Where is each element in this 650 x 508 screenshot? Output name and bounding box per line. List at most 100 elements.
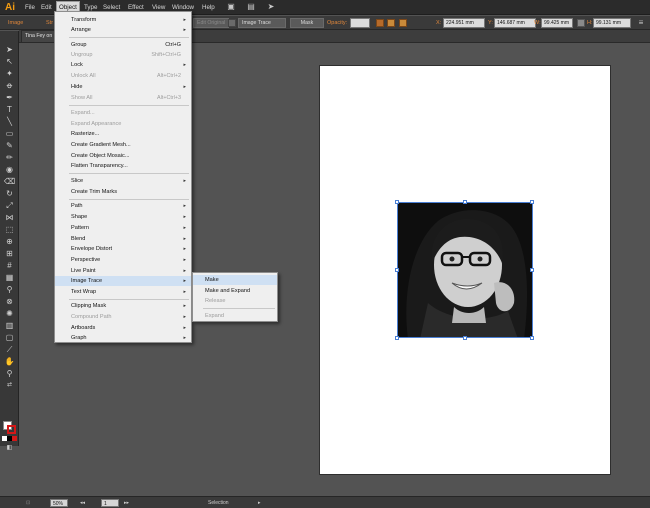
eraser-tool-icon[interactable]: ⌫ xyxy=(3,177,16,186)
menu-item-show-all[interactable]: Show All Alt+Ctrl+3 xyxy=(55,93,191,103)
menu-edit[interactable]: Edit xyxy=(39,2,54,13)
menu-item-artboards[interactable]: Artboards ▸ xyxy=(55,323,191,333)
menu-item-compound-path[interactable]: Compound Path ▸ xyxy=(55,312,191,322)
lasso-tool-icon[interactable]: ꝋ xyxy=(3,81,16,90)
menu-item-create-object-mosaic[interactable]: Create Object Mosaic... xyxy=(55,151,191,161)
menu-item-graph[interactable]: Graph ▸ xyxy=(55,333,191,343)
menu-item-hide[interactable]: Hide ▸ xyxy=(55,82,191,92)
menu-item-clipping-mask[interactable]: Clipping Mask ▸ xyxy=(55,301,191,311)
menu-item-arrange[interactable]: Arrange ▸ xyxy=(55,25,191,35)
menu-file[interactable]: File xyxy=(23,2,37,13)
menu-item-expand[interactable]: Expand... xyxy=(55,108,191,118)
mesh-tool-icon[interactable]: # xyxy=(3,261,16,270)
transform-icon[interactable] xyxy=(399,19,407,27)
link-icon[interactable] xyxy=(577,19,585,27)
rectangle-tool-icon[interactable]: ▭ xyxy=(3,129,16,138)
menu-item-slice[interactable]: Slice ▸ xyxy=(55,176,191,186)
submenu-item-make-and-expand[interactable]: Make and Expand xyxy=(193,286,277,296)
menu-item-create-trim-marks[interactable]: Create Trim Marks xyxy=(55,187,191,197)
send-icon[interactable]: ➤ xyxy=(266,2,276,12)
zoom-field[interactable]: 50% xyxy=(50,499,68,507)
blob-brush-tool-icon[interactable]: ◉ xyxy=(3,165,16,174)
h-field[interactable]: 99.131 mm xyxy=(593,18,631,28)
menu-item-text-wrap[interactable]: Text Wrap ▸ xyxy=(55,287,191,297)
magic-wand-tool-icon[interactable]: ✦ xyxy=(3,69,16,78)
w-field[interactable]: 99.425 mm xyxy=(541,18,573,28)
menu-item-flatten-transparency[interactable]: Flatten Transparency... xyxy=(55,161,191,171)
color-mode-buttons[interactable] xyxy=(2,436,17,441)
paintbrush-tool-icon[interactable]: ✎ xyxy=(3,141,16,150)
submenu-item-release[interactable]: Release xyxy=(193,296,277,306)
hand-tool-icon[interactable]: ✋ xyxy=(3,357,16,366)
selection-handle-tr[interactable] xyxy=(530,200,534,204)
selection-handle-tc[interactable] xyxy=(463,200,467,204)
artboard-nav-prev-icon[interactable]: ◂◂ xyxy=(80,499,85,507)
recolor-icon[interactable] xyxy=(376,19,384,27)
selection-handle-bc[interactable] xyxy=(463,336,467,340)
menu-item-ungroup[interactable]: Ungroup Shift+Ctrl+G xyxy=(55,50,191,60)
menu-item-expand-appearance[interactable]: Expand Appearance xyxy=(55,119,191,129)
menu-item-pattern[interactable]: Pattern ▸ xyxy=(55,223,191,233)
status-menu-icon[interactable]: ▸ xyxy=(258,499,261,507)
y-field[interactable]: 146.687 mm xyxy=(494,18,536,28)
submenu-item-make[interactable]: Make xyxy=(193,275,277,285)
opacity-label[interactable]: Opacity: xyxy=(327,19,347,27)
menu-item-unlock-all[interactable]: Unlock All Alt+Ctrl+2 xyxy=(55,71,191,81)
panel-menu-icon[interactable]: ≡ xyxy=(636,18,646,28)
type-tool-icon[interactable]: T xyxy=(3,105,16,114)
menu-item-envelope-distort[interactable]: Envelope Distort ▸ xyxy=(55,244,191,254)
menu-item-perspective[interactable]: Perspective ▸ xyxy=(55,255,191,265)
opacity-field[interactable] xyxy=(350,18,370,28)
menu-item-lock[interactable]: Lock ▸ xyxy=(55,60,191,70)
swap-colors-icon[interactable]: ⇄ xyxy=(3,381,16,390)
menu-item-group[interactable]: Group Ctrl+G xyxy=(55,40,191,50)
selection-handle-tl[interactable] xyxy=(395,200,399,204)
direct-selection-tool-icon[interactable]: ↖ xyxy=(3,57,16,66)
eyedropper-tool-icon[interactable]: ⚲ xyxy=(3,285,16,294)
slice-tool-icon[interactable]: ⟋ xyxy=(3,345,16,354)
stroke-swatch[interactable] xyxy=(7,425,16,434)
blend-tool-icon[interactable]: ⊗ xyxy=(3,297,16,306)
document-tab[interactable]: Tina Fey on xyxy=(21,30,55,42)
shape-builder-tool-icon[interactable]: ⊕ xyxy=(3,237,16,246)
menu-item-transform[interactable]: Transform ▸ xyxy=(55,15,191,25)
width-tool-icon[interactable]: ⋈ xyxy=(3,213,16,222)
embed-icon[interactable] xyxy=(228,19,236,27)
zoom-tool-icon[interactable]: ⚲ xyxy=(3,369,16,378)
bridge-icon[interactable]: ▣ xyxy=(226,2,236,12)
menu-item-image-trace[interactable]: Image Trace ▸ xyxy=(55,276,191,286)
edit-original-button[interactable]: Edit Original xyxy=(193,18,230,28)
drawing-mode-icon[interactable]: ◧ xyxy=(3,444,16,453)
image-trace-button[interactable]: Image Trace xyxy=(238,18,286,28)
menu-item-path[interactable]: Path ▸ xyxy=(55,201,191,211)
selection-handle-br[interactable] xyxy=(530,336,534,340)
artboard-number-field[interactable]: 1 xyxy=(101,499,119,507)
menu-item-shape[interactable]: Shape ▸ xyxy=(55,212,191,222)
artboard-tool-icon[interactable]: ▢ xyxy=(3,333,16,342)
menu-help[interactable]: Help xyxy=(200,2,217,13)
artboard-nav-next-icon[interactable]: ▸▸ xyxy=(124,499,129,507)
menu-item-rasterize[interactable]: Rasterize... xyxy=(55,129,191,139)
pen-tool-icon[interactable]: ✒ xyxy=(3,93,16,102)
stroke-label[interactable]: Str xyxy=(46,19,53,27)
selected-image[interactable] xyxy=(397,202,533,338)
submenu-item-expand[interactable]: Expand xyxy=(193,311,277,321)
pencil-tool-icon[interactable]: ✏ xyxy=(3,153,16,162)
x-field[interactable]: 224.951 mm xyxy=(443,18,485,28)
menu-item-create-gradient-mesh[interactable]: Create Gradient Mesh... xyxy=(55,140,191,150)
gradient-tool-icon[interactable]: ▦ xyxy=(3,273,16,282)
rotate-tool-icon[interactable]: ↻ xyxy=(3,189,16,198)
arrange-documents-icon[interactable]: ▤ xyxy=(246,2,256,12)
menu-item-live-paint[interactable]: Live Paint ▸ xyxy=(55,266,191,276)
selection-tool-icon[interactable]: ➤ xyxy=(3,45,16,54)
free-transform-tool-icon[interactable]: ⬚ xyxy=(3,225,16,234)
align-icon[interactable] xyxy=(387,19,395,27)
selection-handle-bl[interactable] xyxy=(395,336,399,340)
mask-button[interactable]: Mask xyxy=(290,18,324,28)
line-tool-icon[interactable]: ╲ xyxy=(3,117,16,126)
perspective-grid-tool-icon[interactable]: ⊞ xyxy=(3,249,16,258)
column-graph-tool-icon[interactable]: ▥ xyxy=(3,321,16,330)
scale-tool-icon[interactable]: ⤢ xyxy=(3,201,16,210)
selection-handle-ml[interactable] xyxy=(395,268,399,272)
selection-handle-mr[interactable] xyxy=(530,268,534,272)
